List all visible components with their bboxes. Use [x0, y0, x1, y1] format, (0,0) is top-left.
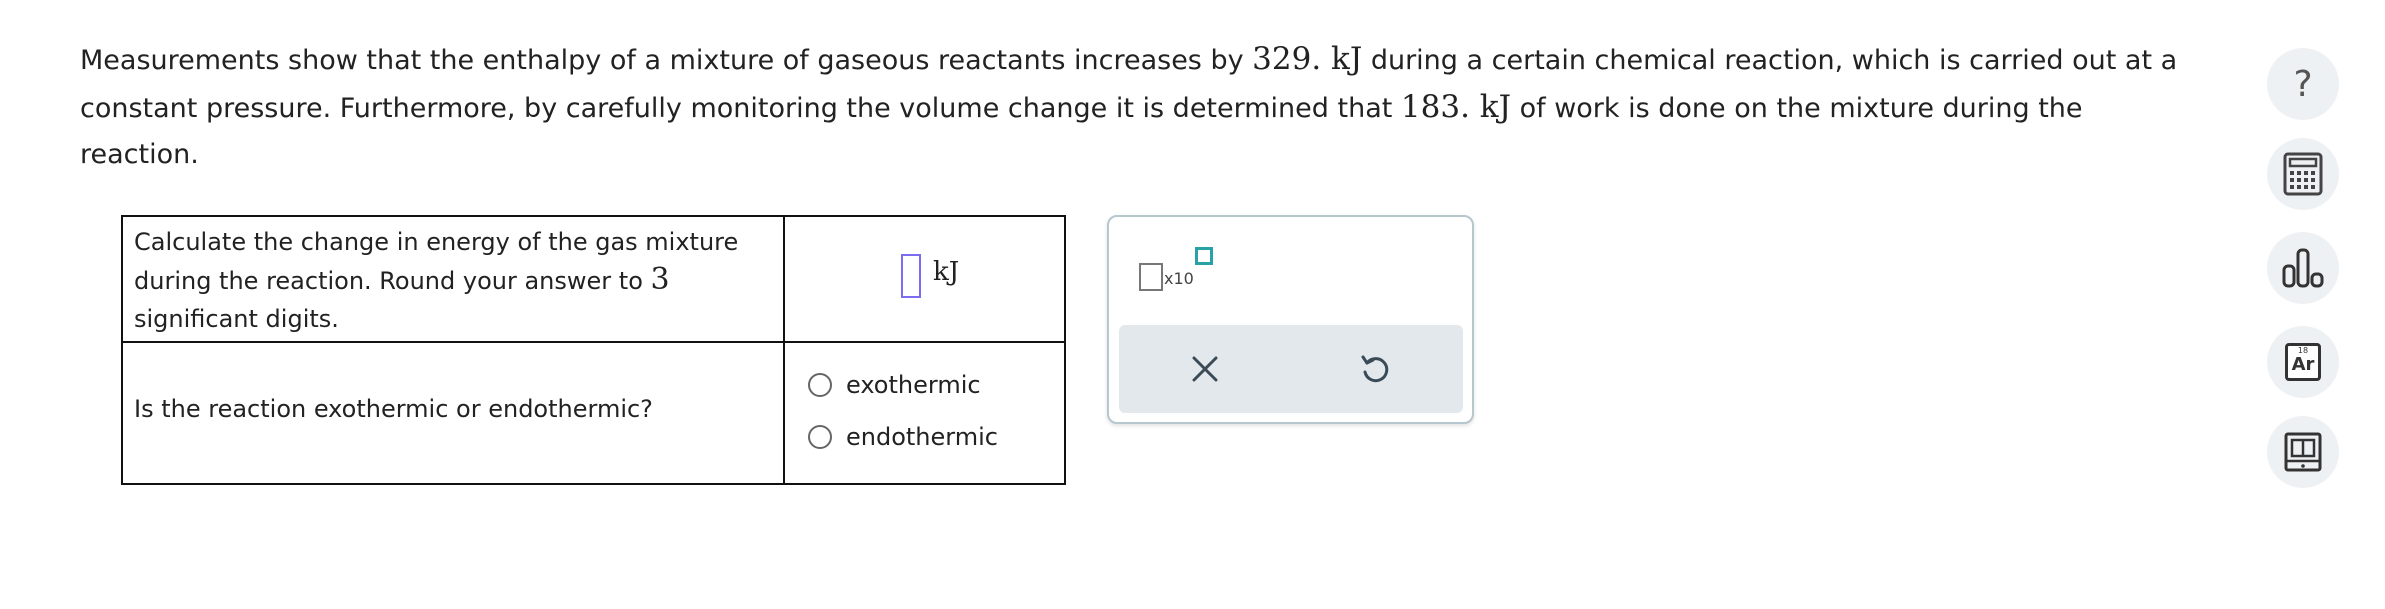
- energy-answer-input[interactable]: [901, 254, 921, 298]
- periodic-table-button[interactable]: 18 Ar: [2267, 326, 2339, 398]
- option-endothermic-label[interactable]: endothermic: [846, 423, 998, 451]
- undo-icon: [1361, 355, 1389, 383]
- problem-text-part1: Measurements show that the enthalpy of a…: [80, 45, 1253, 76]
- enthalpy-value: 329. kJ: [1252, 41, 1363, 77]
- scientific-notation-button[interactable]: x10: [1139, 247, 1213, 297]
- column-divider: [783, 217, 785, 483]
- close-icon: [1192, 356, 1218, 382]
- question-row-energy: Calculate the change in energy of the ga…: [123, 217, 1064, 343]
- calculator-icon: [2283, 152, 2323, 196]
- option-exothermic[interactable]: exothermic: [808, 371, 981, 399]
- calculator-button[interactable]: [2267, 138, 2339, 210]
- exponent-box-icon: [1195, 247, 1213, 265]
- problem-statement: Measurements show that the enthalpy of a…: [80, 36, 2190, 178]
- work-value: 183. kJ: [1400, 89, 1512, 125]
- reference-book-button[interactable]: [2267, 416, 2339, 488]
- data-chart-button[interactable]: [2267, 232, 2339, 304]
- reference-book-icon: [2284, 432, 2322, 472]
- periodic-element-symbol: Ar: [2291, 354, 2315, 375]
- sig-digits-value: 3: [650, 262, 670, 297]
- mantissa-box-icon: [1139, 263, 1163, 291]
- radio-endothermic[interactable]: [808, 425, 832, 449]
- help-button[interactable]: ?: [2267, 48, 2339, 120]
- clear-button[interactable]: [1185, 349, 1225, 389]
- periodic-table-icon: 18 Ar: [2285, 343, 2321, 381]
- help-icon: ?: [2293, 63, 2313, 105]
- question-row-exo-endo: Is the reaction exothermic or endothermi…: [123, 343, 1064, 483]
- energy-unit-label: kJ: [933, 257, 960, 287]
- toolbox-action-bar: [1119, 325, 1463, 413]
- option-exothermic-label[interactable]: exothermic: [846, 371, 981, 399]
- data-chart-icon: [2282, 248, 2324, 288]
- option-endothermic[interactable]: endothermic: [808, 423, 998, 451]
- energy-question-text: Calculate the change in energy of the ga…: [134, 228, 739, 333]
- undo-button[interactable]: [1355, 349, 1395, 389]
- question-table: Calculate the change in energy of the ga…: [121, 215, 1066, 485]
- radio-exothermic[interactable]: [808, 373, 832, 397]
- x10-label: x10: [1164, 269, 1194, 288]
- answer-toolbox: x10: [1107, 215, 1474, 424]
- exo-endo-question-text: Is the reaction exothermic or endothermi…: [134, 395, 653, 423]
